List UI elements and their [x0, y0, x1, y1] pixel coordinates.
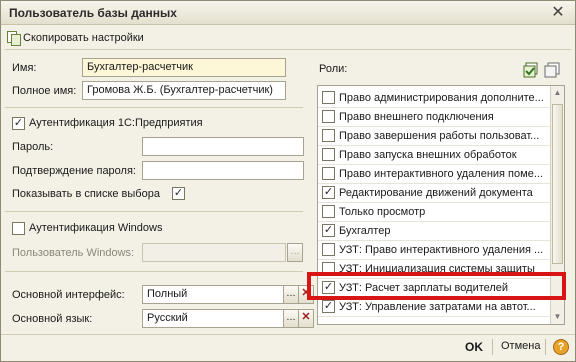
highlight-annotation — [307, 272, 566, 300]
role-checkbox[interactable]: ✓ — [322, 300, 335, 313]
footer-separator — [492, 339, 493, 355]
windows-user-select-button: ... — [287, 243, 303, 262]
role-label: Право внешнего подключения — [339, 111, 494, 123]
password-input[interactable] — [142, 137, 304, 156]
role-label: Бухгалтер — [339, 225, 391, 237]
window-title: Пользователь базы данных — [9, 6, 177, 20]
main-interface-select-button[interactable]: ... — [283, 285, 299, 304]
role-label: УЗТ: Управление затратами на автот... — [339, 301, 536, 313]
main-interface-input[interactable]: Полный — [142, 285, 286, 304]
copy-settings-button[interactable]: Скопировать настройки — [7, 29, 144, 47]
role-checkbox[interactable] — [322, 243, 335, 256]
role-item[interactable]: Право внешнего подключения — [318, 108, 550, 127]
close-icon[interactable]: ✕ — [549, 4, 567, 22]
fullname-label: Полное имя: — [12, 85, 77, 97]
role-item[interactable]: Право запуска внешних обработок — [318, 146, 550, 165]
title-bar[interactable]: Пользователь базы данных ✕ — [1, 1, 575, 25]
fullname-input[interactable]: Громова Ж.Б. (Бухгалтер-расчетчик) — [82, 81, 286, 100]
role-checkbox[interactable]: ✓ — [322, 224, 335, 237]
role-label: Право интерактивного удаления поме... — [339, 168, 543, 180]
role-checkbox[interactable] — [322, 205, 335, 218]
role-label: УЗТ: Право интерактивного удаления ... — [339, 244, 544, 256]
ok-button[interactable]: OK — [465, 340, 483, 354]
windows-user-input — [142, 243, 286, 262]
main-language-label: Основной язык: — [12, 313, 93, 325]
role-checkbox[interactable] — [322, 110, 335, 123]
main-language-clear-icon[interactable]: ✕ — [298, 309, 314, 328]
auth-windows-label: Аутентификация Windows — [29, 222, 163, 234]
confirm-password-label: Подтверждение пароля: — [12, 165, 136, 177]
scroll-up-icon[interactable]: ▲ — [551, 86, 564, 100]
toolbar-divider — [5, 49, 571, 50]
role-label: Право завершения работы пользоват... — [339, 130, 540, 142]
role-label: Право администрирования дополните... — [339, 92, 544, 104]
main-interface-label: Основной интерфейс: — [12, 289, 125, 301]
role-item[interactable]: ✓ Бухгалтер — [318, 222, 550, 241]
role-checkbox[interactable] — [322, 91, 335, 104]
copy-settings-label: Скопировать настройки — [23, 32, 144, 44]
check-all-roles-button[interactable] — [523, 62, 539, 78]
divider-1 — [5, 107, 303, 108]
show-in-list-checkbox[interactable]: ✓ — [172, 187, 185, 200]
password-label: Пароль: — [12, 141, 54, 153]
divider-3 — [5, 271, 303, 272]
uncheck-all-icon — [544, 62, 560, 78]
role-checkbox[interactable]: ✓ — [322, 186, 335, 199]
role-item[interactable]: ✓ УЗТ: Управление затратами на автот... — [318, 298, 550, 317]
cancel-button[interactable]: Отмена — [501, 340, 540, 352]
role-checkbox[interactable] — [322, 167, 335, 180]
role-checkbox[interactable] — [322, 129, 335, 142]
role-item[interactable]: Право администрирования дополните... — [318, 89, 550, 108]
show-in-list-label: Показывать в списке выбора — [12, 188, 160, 200]
auth-1c-label: Аутентификация 1С:Предприятия — [29, 117, 203, 129]
role-item[interactable]: Право завершения работы пользоват... — [318, 127, 550, 146]
divider-2 — [5, 211, 303, 212]
help-icon[interactable]: ? — [553, 339, 569, 355]
footer-bar: OK Отмена ? — [1, 334, 575, 361]
role-item[interactable]: Право интерактивного удаления поме... — [318, 165, 550, 184]
scroll-down-icon[interactable]: ▼ — [551, 310, 564, 324]
copy-icon — [7, 31, 21, 46]
footer-separator — [545, 339, 546, 355]
name-input[interactable]: Бухгалтер-расчетчик — [82, 58, 286, 77]
confirm-password-input[interactable] — [142, 161, 304, 180]
role-label: Редактирование движений документа — [339, 187, 533, 199]
uncheck-all-roles-button[interactable] — [544, 62, 560, 78]
role-label: Только просмотр — [339, 206, 426, 218]
main-language-input[interactable]: Русский — [142, 309, 286, 328]
main-language-select-button[interactable]: ... — [283, 309, 299, 328]
user-dialog: Пользователь базы данных ✕ Скопировать н… — [0, 0, 576, 362]
windows-user-label: Пользователь Windows: — [12, 247, 135, 259]
roles-label: Роли: — [319, 63, 348, 75]
role-item[interactable]: ✓ Редактирование движений документа — [318, 184, 550, 203]
role-item[interactable]: Только просмотр — [318, 203, 550, 222]
role-item[interactable]: УЗТ: Право интерактивного удаления ... — [318, 241, 550, 260]
auth-windows-checkbox[interactable] — [12, 222, 25, 235]
check-all-icon — [523, 62, 538, 78]
role-checkbox[interactable] — [322, 148, 335, 161]
role-label: Право запуска внешних обработок — [339, 149, 517, 161]
auth-1c-checkbox[interactable]: ✓ — [12, 117, 25, 130]
name-label: Имя: — [12, 62, 37, 74]
scroll-thumb[interactable] — [552, 104, 563, 264]
